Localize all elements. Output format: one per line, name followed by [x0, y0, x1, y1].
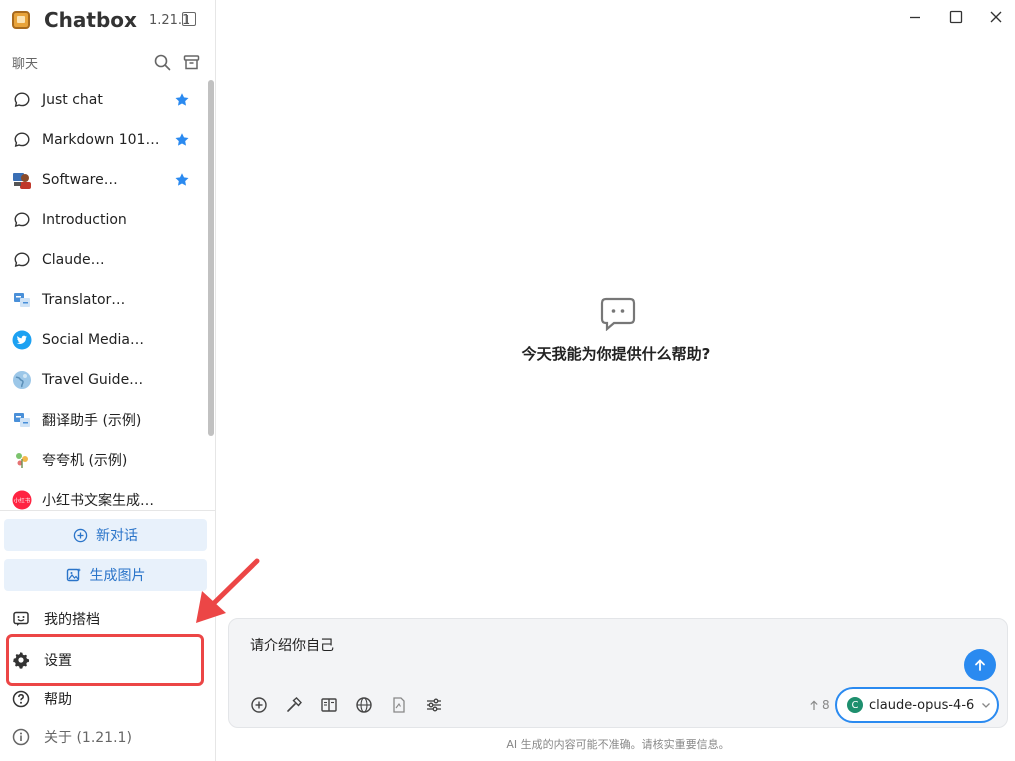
chat-title: Markdown 101…	[42, 132, 160, 148]
developer-avatar-icon	[12, 170, 32, 190]
chat-bubble-icon	[12, 210, 32, 230]
arrow-up-small-icon	[810, 699, 818, 710]
plus-circle-icon	[73, 528, 88, 542]
chat-title: Software…	[42, 172, 118, 188]
chat-title: 小红书文案生成…	[42, 493, 154, 509]
send-button[interactable]	[964, 649, 996, 681]
chat-bubble-icon	[12, 250, 32, 270]
my-partners-label: 我的搭档	[44, 612, 100, 628]
about-label: 关于 (1.21.1)	[44, 730, 132, 746]
info-circle-icon	[12, 728, 30, 746]
model-selector[interactable]: C claude-opus-4-6	[835, 687, 999, 723]
translator-avatar-icon	[12, 290, 32, 310]
divider	[0, 510, 215, 511]
ai-disclaimer: AI 生成的内容可能不准确。请核实重要信息。	[506, 738, 730, 751]
plant-avatar-icon	[12, 450, 32, 470]
chat-section-header: 聊天	[12, 52, 200, 72]
chat-title: Translator…	[42, 292, 126, 308]
chat-title: 翻译助手 (示例)	[42, 413, 142, 429]
close-icon[interactable]	[987, 8, 1005, 26]
chat-list-scrollbar[interactable]	[208, 80, 214, 436]
chat-item-software[interactable]: Software…	[0, 160, 206, 200]
help-circle-icon	[12, 690, 30, 708]
globe-avatar-icon	[12, 370, 32, 390]
empty-state-prompt: 今天我能为你提供什么帮助?	[521, 345, 711, 363]
chat-item-claude[interactable]: Claude…	[0, 240, 206, 280]
chat-item-markdown-101[interactable]: Markdown 101…	[0, 120, 206, 160]
book-icon[interactable]	[319, 695, 339, 715]
chat-section-label: 聊天	[12, 56, 39, 72]
chatbox-logo-icon	[12, 11, 30, 29]
composer-toolbar	[249, 695, 444, 715]
chat-title: 夸夸机 (示例)	[42, 453, 128, 469]
chat-item-translate-assistant[interactable]: 翻译助手 (示例)	[0, 400, 206, 440]
star-icon[interactable]	[174, 92, 190, 108]
chat-list: Just chat Markdown 101… Software… Introd…	[0, 80, 206, 510]
arrow-up-icon	[975, 659, 985, 671]
chat-title: Social Media…	[42, 332, 145, 348]
model-name: claude-opus-4-6	[869, 697, 975, 713]
hammer-icon[interactable]	[284, 695, 304, 715]
help-label: 帮助	[44, 692, 72, 708]
generate-image-button[interactable]: 生成图片	[4, 559, 207, 591]
about-item[interactable]: 关于 (1.21.1)	[12, 722, 132, 752]
help-item[interactable]: 帮助	[12, 684, 72, 714]
translator-avatar-icon	[12, 410, 32, 430]
chatbox-app: Chatbox 1.21.1 聊天 Just chat Markdown 101…	[0, 0, 1015, 761]
svg-text:小红书: 小红书	[14, 497, 31, 505]
chat-item-social-media[interactable]: Social Media…	[0, 320, 206, 360]
chat-item-travel-guide[interactable]: Travel Guide…	[0, 360, 206, 400]
star-icon[interactable]	[174, 132, 190, 148]
chat-title: Introduction	[42, 212, 127, 228]
chat-title: Claude…	[42, 252, 105, 268]
chat-item-xiaohongshu[interactable]: 小红书 小红书文案生成…	[0, 480, 206, 510]
model-avatar: C	[847, 697, 863, 713]
chat-title: Just chat	[42, 92, 103, 108]
collapse-sidebar-icon[interactable]	[182, 12, 196, 26]
brand: Chatbox 1.21.1	[12, 8, 190, 32]
minimize-icon[interactable]	[906, 8, 924, 26]
chat-bubble-icon	[12, 90, 32, 110]
chat-item-translator[interactable]: Translator…	[0, 280, 206, 320]
my-partners-item[interactable]: 我的搭档	[12, 604, 100, 634]
chat-item-praise-bot[interactable]: 夸夸机 (示例)	[0, 440, 206, 480]
document-icon[interactable]	[389, 695, 409, 715]
token-count-value: 8	[822, 698, 830, 712]
web-search-icon[interactable]	[354, 695, 374, 715]
chevron-down-icon	[982, 703, 991, 708]
chat-item-introduction[interactable]: Introduction	[0, 200, 206, 240]
new-chat-button[interactable]: 新对话	[4, 519, 207, 551]
new-chat-label: 新对话	[96, 528, 138, 544]
chat-title: Travel Guide…	[42, 372, 144, 388]
chat-bubble-icon	[12, 130, 32, 150]
search-icon[interactable]	[154, 54, 171, 71]
chat-item-just-chat[interactable]: Just chat	[0, 80, 206, 120]
token-count: 8	[809, 698, 830, 712]
attach-plus-icon[interactable]	[249, 695, 269, 715]
star-icon[interactable]	[174, 172, 190, 188]
message-composer: 请介绍你自己 8 C claude-opus-4-6	[228, 618, 1008, 728]
app-name: Chatbox	[44, 8, 137, 32]
image-sparkle-icon	[66, 568, 81, 582]
message-input[interactable]: 请介绍你自己	[250, 635, 334, 655]
twitter-bird-icon	[12, 330, 32, 350]
xiaohongshu-avatar-icon: 小红书	[12, 490, 32, 510]
maximize-icon[interactable]	[947, 8, 965, 26]
smile-chat-icon	[13, 611, 29, 626]
generate-image-label: 生成图片	[89, 568, 146, 584]
settings-highlight-box	[6, 634, 204, 686]
sliders-icon[interactable]	[424, 695, 444, 715]
empty-chat-bubble-icon	[600, 297, 636, 331]
archive-icon[interactable]	[183, 54, 200, 71]
